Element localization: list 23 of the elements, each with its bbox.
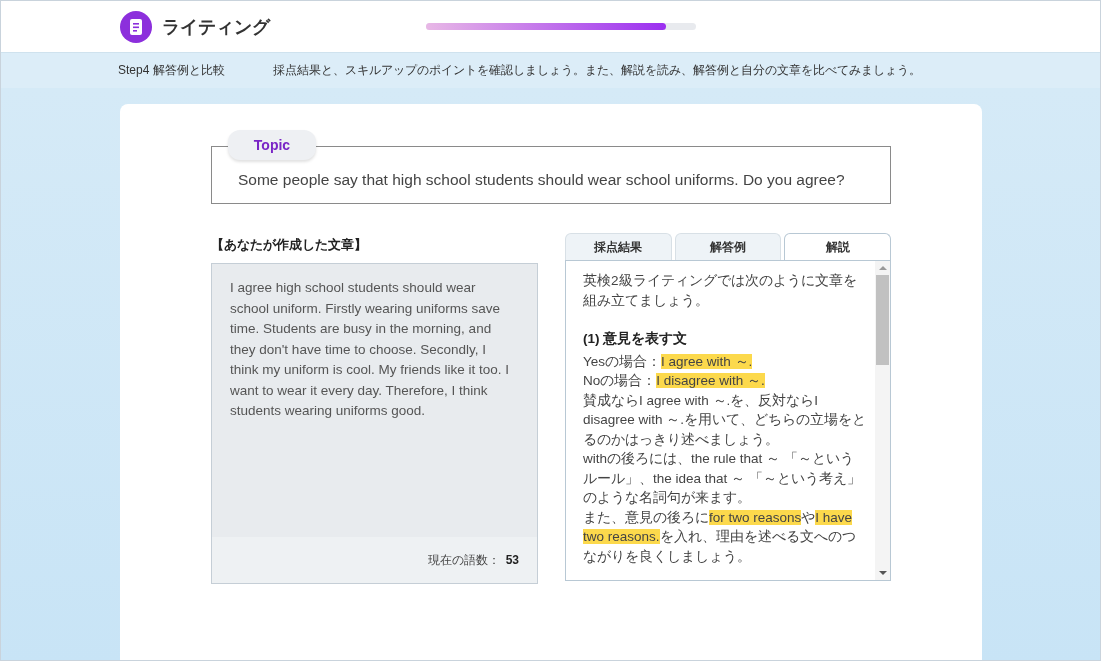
tab[interactable]: 採点結果 <box>565 233 672 260</box>
explanation-paragraph: 英検2級ライティングでは次のように文章を組み立てましょう。 <box>583 272 858 310</box>
step-label: Step4 解答例と比較 <box>118 62 226 79</box>
explanation-paragraph: withの後ろには、the rule that ～ 「～というルール」、the idea that ～ 「～という考え」のような名詞句が来ます。 <box>583 450 862 507</box>
document-icon <box>120 10 152 43</box>
word-count: 53 <box>505 553 519 567</box>
essay-heading: 【あなたが作成した文章】 <box>211 236 368 254</box>
scrollbar-thumb[interactable] <box>876 275 889 365</box>
tab[interactable]: 解説 <box>784 233 891 260</box>
explanation-paragraph: 賛成ならI agree with ～.を、反対ならI disagree with ～.を用いて、どちらの立場をとるのかはっきり述べましょう。 <box>583 391 867 449</box>
tab[interactable]: 解答例 <box>674 233 782 260</box>
explanation-paragraph: Noの場合：I disagree with ～. <box>583 372 766 390</box>
word-count-label: 現在の語数： <box>427 551 500 569</box>
explanation-heading: (1) 意見を表す文 <box>583 330 689 348</box>
page-title: ライティング <box>162 15 272 39</box>
topic-label: Topic <box>228 130 316 160</box>
instruction-text: 採点結果と、スキルアップのポイントを確認しましょう。また、解説を読み、解答例と自分の文章を比べてみましょう。 <box>273 62 921 79</box>
scroll-up-icon[interactable] <box>878 265 887 271</box>
scrollbar[interactable] <box>875 261 890 580</box>
essay-text: I agree high school students should wear school uniform. Firstly wearing uniforms save time. Students are busy in the morning, and they don't have time to choose. Secondly, I think my uniform is cool. My friends like it too. I want to wear it every day. Therefore, I think students wearing uniforms good. <box>229 279 511 420</box>
topic-question: Some people say that high school students should wear school uniforms. Do you agree? <box>238 171 845 189</box>
scroll-down-icon[interactable] <box>878 570 887 576</box>
explanation-paragraph: Yesの場合：I agree with ～. <box>583 352 754 371</box>
